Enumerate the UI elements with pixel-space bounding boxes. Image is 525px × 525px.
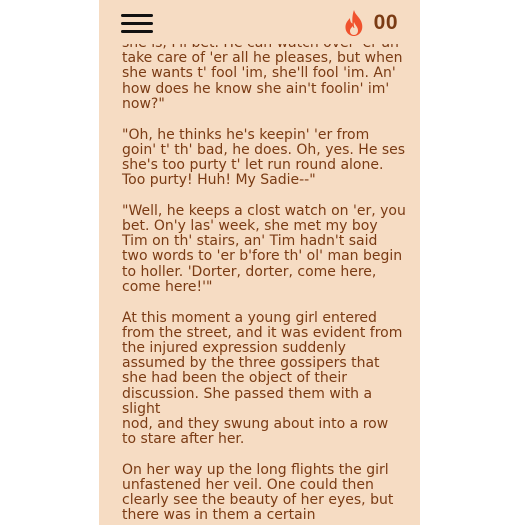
app-screen: 00 she is, I'll bet. He can watch over '… <box>99 0 420 525</box>
hamburger-menu-icon[interactable] <box>121 13 153 35</box>
streak-count: 00 <box>373 11 398 34</box>
flame-icon <box>345 10 362 36</box>
story-text: she is, I'll bet. He can watch over 'er … <box>122 35 406 525</box>
story-paragraph: On her way up the long flights the girl … <box>122 461 394 524</box>
story-paragraph: At this moment a young girl entered from… <box>122 309 403 448</box>
story-paragraph: "Oh, he thinks he's keepin' 'er from goi… <box>122 126 406 189</box>
streak-counter[interactable]: 00 <box>342 9 398 37</box>
screen: 00 she is, I'll bet. He can watch over '… <box>0 0 525 525</box>
top-bar: 00 <box>99 0 420 44</box>
story-paragraph: "Well, he keeps a clost watch on 'er, yo… <box>122 202 406 295</box>
story-paragraph: she is, I'll bet. He can watch over 'er … <box>122 35 403 112</box>
